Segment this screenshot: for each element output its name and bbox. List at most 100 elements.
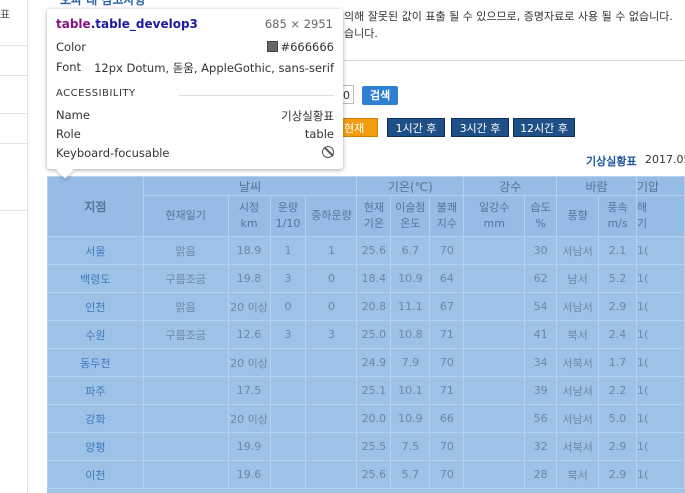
table-cell-rain <box>463 404 526 433</box>
table-row: 강화 20 이상 20.0 10.9 66 56 서남서 5.0 1( <box>47 404 685 433</box>
pressure-group-header: 기압 <box>636 176 685 196</box>
station-link[interactable]: 이천 <box>47 460 144 489</box>
table-cell-dew: 10.1 <box>390 376 431 405</box>
table-cell-temp: 20.8 <box>356 292 392 321</box>
time-plus12-button[interactable]: 12시간 후 <box>513 118 575 137</box>
table-cell-weather <box>142 376 229 405</box>
table-cell-di: 70 <box>429 236 465 265</box>
tooltip-name-row: Name 기상실황표 <box>56 108 334 123</box>
current-temp-header: 현재 기온 <box>356 195 392 237</box>
table-cell-press: 1( <box>636 236 685 265</box>
table-cell-cloud: 1 <box>269 236 307 265</box>
table-cell-rain <box>463 320 526 349</box>
table-cell-press: 1( <box>636 432 685 461</box>
table-cell-di: 64 <box>429 264 465 293</box>
cloud-header: 운량 1/10 <box>269 195 307 237</box>
table-cell-dew: 7.9 <box>390 348 431 377</box>
table-cell-vis: 18.9 <box>227 236 271 265</box>
notice-line: 습니다. <box>344 27 378 40</box>
table-cell-wdir: 서남서 <box>556 404 600 433</box>
tooltip-accessibility-header: ACCESSIBILITY <box>56 88 136 99</box>
table-cell-low <box>305 348 358 377</box>
table-cell-rain <box>463 264 526 293</box>
humidity-header: 습도% <box>524 195 558 237</box>
table-cell-dew: 10.8 <box>390 320 431 349</box>
visibility-header: 시정 km <box>227 195 271 237</box>
sidebar-divider <box>0 143 27 144</box>
table-cell-wspd: 2.9 <box>598 432 637 461</box>
table-cell-dew: 11.1 <box>390 292 431 321</box>
sidebar-divider <box>0 210 27 211</box>
search-button[interactable]: 검색 <box>362 86 399 105</box>
sidebar-text-fragment: 표 <box>0 8 11 21</box>
table-cell-press: 1( <box>636 404 685 433</box>
section-heading: 오파 대 참고사항 <box>60 0 146 7</box>
table-cell-rain <box>463 376 526 405</box>
table-cell-weather: 구름조금 <box>142 264 229 293</box>
table-cell-low: 0 <box>305 264 358 293</box>
table-date: 2017.05 <box>645 153 685 166</box>
table-cell-wdir: 서북서 <box>556 348 600 377</box>
daily-precip-header: 일강수 mm <box>463 195 526 237</box>
table-cell-di: 71 <box>429 320 465 349</box>
station-link[interactable]: 서울 <box>47 236 144 265</box>
weather-table: 지점 날씨 기온(℃) 강수 바람 기압 현재일기 시정 km 운량 1/10 중하… <box>47 176 685 489</box>
table-cell-hum: 32 <box>524 432 558 461</box>
table-cell-weather: 맑음 <box>142 292 229 321</box>
table-cell-press: 1( <box>636 292 685 321</box>
station-link[interactable]: 수원 <box>47 320 144 349</box>
station-link[interactable]: 강화 <box>47 404 144 433</box>
station-link[interactable]: 인천 <box>47 292 144 321</box>
station-link[interactable]: 동두천 <box>47 348 144 377</box>
table-cell-hum: 34 <box>524 348 558 377</box>
table-cell-wspd: 5.0 <box>598 404 637 433</box>
table-cell-vis: 19.9 <box>227 432 271 461</box>
station-link[interactable]: 파주 <box>47 376 144 405</box>
discomfort-header: 불쾌 지수 <box>429 195 465 237</box>
time-now-button[interactable]: 현재 <box>337 118 378 137</box>
color-swatch-icon <box>267 41 279 52</box>
table-cell-dew: 5.7 <box>390 460 431 489</box>
table-row: 양평 19.9 25.5 7.5 70 32 서북서 2.9 1( <box>47 432 685 461</box>
time-plus3-button[interactable]: 3시간 후 <box>451 118 509 137</box>
table-cell-vis: 20 이상 <box>227 292 271 321</box>
wind-group-header: 바람 <box>556 176 637 196</box>
table-cell-hum: 28 <box>524 460 558 489</box>
table-cell-cloud <box>269 460 307 489</box>
table-cell-hum: 62 <box>524 264 558 293</box>
station-header: 지점 <box>47 176 144 237</box>
table-cell-dew: 10.9 <box>390 404 431 433</box>
table-cell-wdir: 서남서 <box>556 236 600 265</box>
table-cell-wspd: 2.2 <box>598 376 637 405</box>
sidebar-divider <box>0 113 27 114</box>
table-cell-rain <box>463 292 526 321</box>
weather-table-container: 지점 날씨 기온(℃) 강수 바람 기압 현재일기 시정 km 운량 1/10 중하… <box>47 176 685 493</box>
table-cell-cloud <box>269 348 307 377</box>
table-cell-di: 66 <box>429 404 465 433</box>
table-cell-cloud <box>269 432 307 461</box>
table-cell-cloud <box>269 376 307 405</box>
tooltip-focus-row: Keyboard-focusable <box>56 146 334 160</box>
table-row: 백령도 구름조금 19.8 3 0 18.4 10.9 64 62 남서 5.2 1( <box>47 264 685 293</box>
table-cell-vis: 17.5 <box>227 376 271 405</box>
table-cell-wspd: 2.9 <box>598 460 637 489</box>
table-cell-wspd: 2.4 <box>598 320 637 349</box>
table-cell-rain <box>463 348 526 377</box>
table-cell-wdir: 북서 <box>556 460 600 489</box>
table-cell-temp: 25.6 <box>356 236 392 265</box>
table-cell-di: 70 <box>429 348 465 377</box>
table-cell-wspd: 1.7 <box>598 348 637 377</box>
station-link[interactable]: 백령도 <box>47 264 144 293</box>
tooltip-font-row: Font 12px Dotum, 돋움, AppleGothic, sans-s… <box>56 60 334 75</box>
mid-low-cloud-header: 중하운량 <box>305 195 358 237</box>
table-cell-low <box>305 404 358 433</box>
table-cell-low <box>305 376 358 405</box>
table-caption: 기상실황표 <box>586 155 637 168</box>
time-plus1-button[interactable]: 1시간 후 <box>387 118 445 137</box>
station-link[interactable]: 양평 <box>47 432 144 461</box>
table-cell-cloud: 3 <box>269 264 307 293</box>
table-cell-vis: 20 이상 <box>227 348 271 377</box>
divider <box>344 60 685 61</box>
table-cell-rain <box>463 460 526 489</box>
not-focusable-icon <box>322 146 334 158</box>
